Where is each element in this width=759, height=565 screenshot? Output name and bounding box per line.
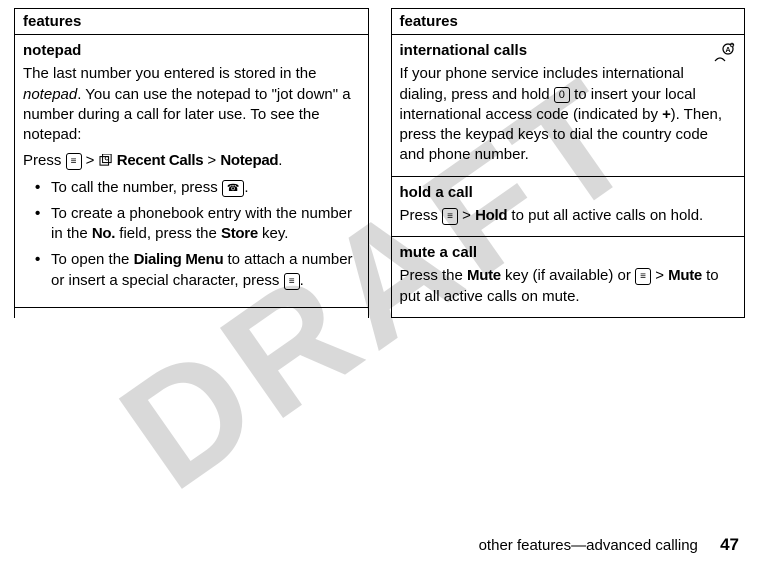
notepad-italic: notepad: [23, 86, 77, 103]
zero-key-icon: [554, 87, 570, 103]
dialing-menu-label: Dialing Menu: [134, 251, 224, 268]
text: Press: [23, 152, 66, 169]
notepad-press-line: Press > Recent Calls > Notepad.: [23, 151, 360, 171]
notepad-cell: notepad The last number you entered is s…: [15, 35, 368, 308]
mute-label: Mute: [668, 267, 702, 284]
mute-call-cell: mute a call Press the Mute key (if avail…: [392, 237, 745, 318]
menu-key-icon: [284, 273, 300, 290]
text: key (if available) or: [501, 267, 635, 284]
text: >: [458, 207, 475, 224]
no-label: No.: [92, 225, 115, 242]
text: key.: [258, 225, 289, 242]
mute-title: mute a call: [400, 243, 737, 263]
menu-key-icon: [66, 153, 82, 170]
notepad-para1: The last number you entered is stored in…: [23, 64, 360, 145]
menu-key-icon: [635, 268, 651, 285]
mute-key-label: Mute: [467, 267, 501, 284]
text: Press: [400, 207, 443, 224]
store-label: Store: [221, 225, 258, 242]
page-footer: other features—advanced calling 47: [479, 535, 739, 555]
text: field, press the: [115, 225, 221, 242]
text: >: [651, 267, 668, 284]
text: to put all active calls on hold.: [507, 207, 703, 224]
hold-title: hold a call: [400, 183, 737, 203]
svg-text:+: +: [731, 43, 734, 49]
hold-para: Press > Hold to put all active calls on …: [400, 206, 737, 226]
intl-para: If your phone service includes internati…: [400, 64, 737, 165]
plus-label: +: [662, 106, 670, 123]
notepad-bullets: To call the number, press . To create a …: [23, 178, 360, 291]
text: To call the number, press: [51, 179, 222, 196]
hold-label: Hold: [475, 207, 507, 224]
call-key-icon: [222, 180, 244, 197]
footer-text: other features—advanced calling: [479, 537, 698, 554]
menu-key-icon: [442, 208, 458, 225]
recent-calls-label: Recent Calls: [117, 152, 203, 169]
hold-call-cell: hold a call Press > Hold to put all acti…: [392, 177, 745, 238]
text: >: [82, 152, 99, 169]
text: To open the: [51, 251, 134, 268]
text: .: [300, 272, 304, 289]
intl-title: international calls: [400, 41, 737, 61]
text: .: [244, 179, 248, 196]
intl-calls-cell: A+ international calls If your phone ser…: [392, 35, 745, 177]
text: >: [203, 152, 220, 169]
notepad-label: Notepad: [220, 152, 278, 169]
content-columns: features notepad The last number you ent…: [0, 0, 759, 318]
recent-calls-icon: [99, 154, 113, 166]
bullet-dialing-menu: To open the Dialing Menu to attach a num…: [51, 250, 360, 291]
left-column: features notepad The last number you ent…: [14, 8, 369, 318]
text: .: [278, 152, 282, 169]
text: Press the: [400, 267, 468, 284]
right-header: features: [392, 9, 745, 35]
bullet-call: To call the number, press .: [51, 178, 360, 198]
text: The last number you entered is stored in…: [23, 65, 317, 82]
bullet-store: To create a phonebook entry with the num…: [51, 204, 360, 245]
page-number: 47: [720, 535, 739, 554]
right-column: features A+ international calls If your …: [391, 8, 746, 318]
left-header: features: [15, 9, 368, 35]
network-icon: A+: [712, 41, 736, 65]
mute-para: Press the Mute key (if available) or > M…: [400, 266, 737, 307]
notepad-title: notepad: [23, 41, 360, 61]
